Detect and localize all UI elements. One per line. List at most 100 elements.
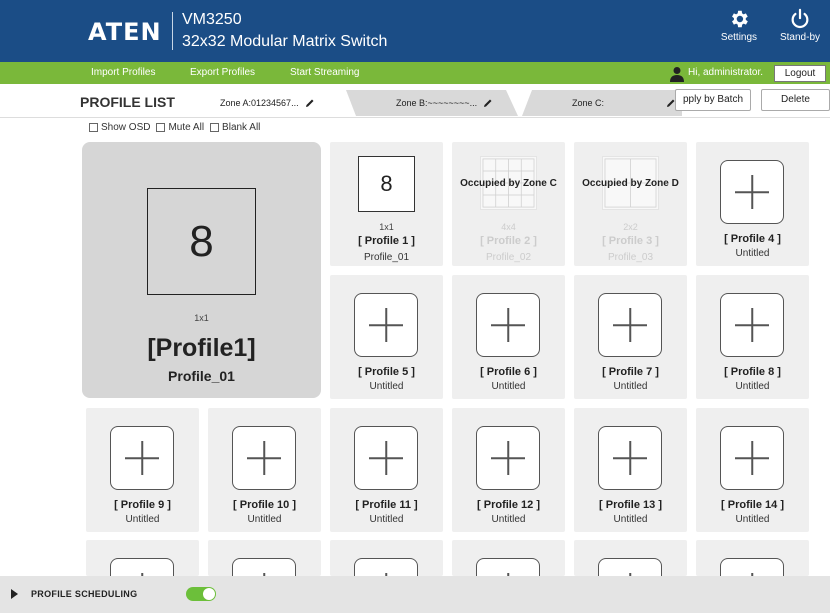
profile-preview[interactable]: 8 1x1 [Profile1] Profile_01 xyxy=(82,142,321,398)
profile-desc: Untitled xyxy=(247,514,282,525)
aten-logo: ATEN xyxy=(88,18,162,46)
profile-desc: Untitled xyxy=(735,514,770,525)
profile-card-13[interactable]: [ Profile 13 ] Untitled xyxy=(574,408,687,532)
logout-button[interactable]: Logout xyxy=(774,65,826,82)
profile-card-partial[interactable] xyxy=(574,540,687,576)
preview-layout: 8 xyxy=(147,188,256,295)
standby-label: Stand-by xyxy=(779,32,821,43)
add-icon xyxy=(476,293,540,357)
profile-card-9[interactable]: [ Profile 9 ] Untitled xyxy=(86,408,199,532)
add-icon xyxy=(232,558,296,576)
profile-card-10[interactable]: [ Profile 10 ] Untitled xyxy=(208,408,321,532)
profile-type: 2x2 xyxy=(623,222,638,232)
mute-all-checkbox[interactable]: Mute All xyxy=(156,122,204,133)
profile-card-partial[interactable] xyxy=(452,540,565,576)
preview-name: [Profile1] xyxy=(147,334,256,362)
app-header: ATEN VM3250 32x32 Modular Matrix Switch … xyxy=(0,0,830,62)
blank-all-checkbox[interactable]: Blank All xyxy=(210,122,260,133)
profile-name: [ Profile 14 ] xyxy=(721,499,784,511)
profile-card-3[interactable]: Occupied by Zone D 2x2 [ Profile 3 ] Pro… xyxy=(574,142,687,266)
user-greeting: Hi, administrator. xyxy=(688,67,764,78)
profile-card-partial[interactable] xyxy=(696,540,809,576)
profile-desc: Untitled xyxy=(613,514,648,525)
profile-name: [ Profile 6 ] xyxy=(480,366,537,378)
profile-name: [ Profile 9 ] xyxy=(114,499,171,511)
toggle-knob xyxy=(203,588,215,600)
add-icon xyxy=(110,558,174,576)
occupied-label: Occupied by Zone D xyxy=(582,178,679,189)
add-icon xyxy=(598,558,662,576)
preview-type: 1x1 xyxy=(194,313,209,323)
profile-layout-thumb: 8 xyxy=(358,156,415,212)
profile-card-14[interactable]: [ Profile 14 ] Untitled xyxy=(696,408,809,532)
pencil-icon[interactable] xyxy=(666,98,676,108)
profile-name: [ Profile 11 ] xyxy=(355,499,418,511)
profile-card-partial[interactable] xyxy=(330,540,443,576)
header-divider xyxy=(172,12,173,50)
show-osd-checkbox[interactable]: Show OSD xyxy=(89,122,150,133)
expand-arrow-icon[interactable] xyxy=(11,589,18,599)
add-icon xyxy=(598,293,662,357)
profile-desc: Untitled xyxy=(613,381,648,392)
add-icon xyxy=(720,293,784,357)
settings-label: Settings xyxy=(720,32,758,43)
scheduling-toggle[interactable] xyxy=(186,587,216,601)
export-profiles-link[interactable]: Export Profiles xyxy=(190,67,255,78)
pencil-icon[interactable] xyxy=(483,98,493,108)
profile-name: [ Profile 2 ] xyxy=(480,235,537,247)
profile-scheduling-label: PROFILE SCHEDULING xyxy=(31,589,138,599)
profile-card-partial[interactable] xyxy=(86,540,199,576)
start-streaming-link[interactable]: Start Streaming xyxy=(290,67,359,78)
profile-desc: Profile_02 xyxy=(485,252,532,263)
checkbox-box[interactable] xyxy=(156,123,166,132)
settings-button[interactable]: Settings xyxy=(711,8,767,54)
tab-zone-c[interactable]: Zone C: xyxy=(522,90,682,116)
add-icon xyxy=(354,558,418,576)
scheduling-bar: PROFILE SCHEDULING xyxy=(0,576,830,613)
profile-desc: Untitled xyxy=(491,514,526,525)
tab-zone-a[interactable]: Zone A:01234567... xyxy=(200,90,348,116)
profile-desc: Untitled xyxy=(369,381,404,392)
tab-zone-b[interactable]: Zone B:~~~~~~~~... xyxy=(346,90,518,116)
mute-all-label: Mute All xyxy=(168,122,205,133)
profile-card-12[interactable]: [ Profile 12 ] Untitled xyxy=(452,408,565,532)
profile-desc: Untitled xyxy=(125,514,160,525)
checkbox-box[interactable] xyxy=(210,123,220,132)
add-icon xyxy=(598,426,662,490)
profile-desc: Untitled xyxy=(735,381,770,392)
profile-card-2[interactable]: Occupied by Zone C 4x4 [ Profile 2 ] Pro… xyxy=(452,142,565,266)
profile-type: 4x4 xyxy=(501,222,516,232)
profile-name: [ Profile 8 ] xyxy=(724,366,781,378)
device-model: VM3250 xyxy=(182,11,242,28)
add-icon xyxy=(232,426,296,490)
profile-type: 1x1 xyxy=(379,222,394,232)
profile-list-bar: PROFILE LIST Zone A:01234567... Zone B:~… xyxy=(0,86,830,118)
profile-name: [ Profile 13 ] xyxy=(599,499,662,511)
pencil-icon[interactable] xyxy=(305,98,315,108)
profile-name: [ Profile 5 ] xyxy=(358,366,415,378)
blank-all-label: Blank All xyxy=(222,122,261,133)
profile-name: [ Profile 4 ] xyxy=(724,233,781,245)
display-options: Show OSD Mute All Blank All xyxy=(89,122,260,133)
zone-b-label: Zone B:~~~~~~~~... xyxy=(396,98,478,108)
profile-card-4[interactable]: [ Profile 4 ] Untitled xyxy=(696,142,809,266)
profile-card-5[interactable]: [ Profile 5 ] Untitled xyxy=(330,275,443,399)
standby-button[interactable]: Stand-by xyxy=(772,8,828,54)
checkbox-box[interactable] xyxy=(89,123,98,132)
profile-card-partial[interactable] xyxy=(208,540,321,576)
profile-card-7[interactable]: [ Profile 7 ] Untitled xyxy=(574,275,687,399)
profile-name: [ Profile 10 ] xyxy=(233,499,296,511)
zone-a-label: Zone A:01234567... xyxy=(220,98,299,108)
profile-card-6[interactable]: [ Profile 6 ] Untitled xyxy=(452,275,565,399)
occupied-label: Occupied by Zone C xyxy=(460,178,557,189)
profile-card-8[interactable]: [ Profile 8 ] Untitled xyxy=(696,275,809,399)
profile-desc: Untitled xyxy=(369,514,404,525)
import-profiles-link[interactable]: Import Profiles xyxy=(91,67,155,78)
profile-name: [ Profile 12 ] xyxy=(477,499,540,511)
apply-by-batch-button[interactable]: pply by Batch xyxy=(675,89,751,111)
power-icon xyxy=(791,8,809,29)
profile-card-11[interactable]: [ Profile 11 ] Untitled xyxy=(330,408,443,532)
delete-button[interactable]: Delete xyxy=(761,89,830,111)
profile-name: [ Profile 7 ] xyxy=(602,366,659,378)
profile-card-1[interactable]: 8 1x1 [ Profile 1 ] Profile_01 xyxy=(330,142,443,266)
